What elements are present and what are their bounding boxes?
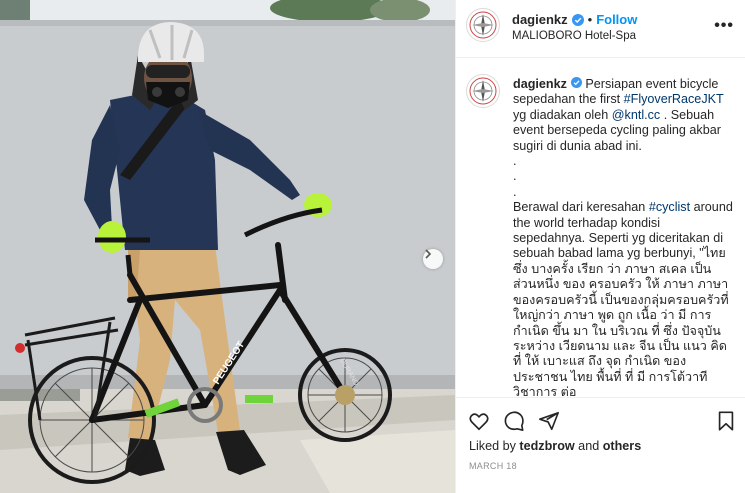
verified-badge-icon: [571, 13, 584, 26]
avatar[interactable]: [466, 8, 500, 42]
mention-link[interactable]: @kntl.cc: [612, 108, 660, 122]
hashtag-link[interactable]: #cyclist: [649, 200, 690, 214]
compass-logo-icon: [469, 77, 497, 105]
post-date[interactable]: MARCH 18: [469, 461, 517, 471]
post-header: dagienkz • Follow MALIOBORO Hotel-Spa ••…: [456, 0, 745, 58]
hashtag-link[interactable]: #FlyoverRaceJKT: [624, 92, 724, 106]
caption-dot: .: [513, 154, 517, 169]
chevron-right-icon: [425, 249, 432, 259]
username-link[interactable]: dagienkz: [512, 12, 568, 27]
post-photo[interactable]: PEUGEOT DURANO: [0, 0, 455, 493]
post-side-panel: dagienkz • Follow MALIOBORO Hotel-Spa ••…: [455, 0, 745, 493]
caption-part: yg diadakan oleh: [513, 107, 612, 122]
verified-badge-icon: [570, 77, 582, 88]
liked-by-user-link[interactable]: tedzbrow: [519, 439, 574, 453]
caption-part: around the world terhadap kondisi sepeda…: [513, 200, 733, 397]
heart-icon[interactable]: [468, 410, 490, 432]
likes-prefix: Liked by: [469, 439, 520, 453]
caption-dot: .: [513, 169, 517, 184]
likes-summary: Liked by tedzbrow and others: [469, 439, 641, 453]
likes-others-link[interactable]: others: [603, 439, 642, 453]
caption-section: dagienkz Persiapan event bicycle sepedah…: [456, 59, 745, 397]
caption-text: dagienkz Persiapan event bicycle sepedah…: [513, 77, 735, 397]
caption-part: Berawal dari keresahan: [513, 200, 649, 215]
bookmark-icon[interactable]: [715, 410, 737, 432]
likes-middle: and: [574, 439, 603, 453]
avatar[interactable]: [466, 74, 500, 108]
location-link[interactable]: MALIOBORO Hotel-Spa: [512, 30, 636, 42]
next-image-button[interactable]: [423, 249, 443, 269]
post-author: dagienkz • Follow: [512, 12, 637, 27]
follow-button[interactable]: Follow: [596, 12, 637, 27]
more-options-button[interactable]: •••: [714, 17, 734, 35]
comment-icon[interactable]: [503, 410, 525, 432]
caption-username[interactable]: dagienkz: [513, 77, 567, 91]
post-actions: Liked by tedzbrow and others MARCH 18: [456, 397, 745, 493]
compass-logo-icon: [469, 11, 497, 39]
cyclist-photo-illustration: PEUGEOT DURANO: [0, 0, 455, 493]
share-icon[interactable]: [538, 410, 560, 432]
dot-separator: •: [587, 12, 593, 27]
caption-dot: .: [513, 184, 517, 199]
